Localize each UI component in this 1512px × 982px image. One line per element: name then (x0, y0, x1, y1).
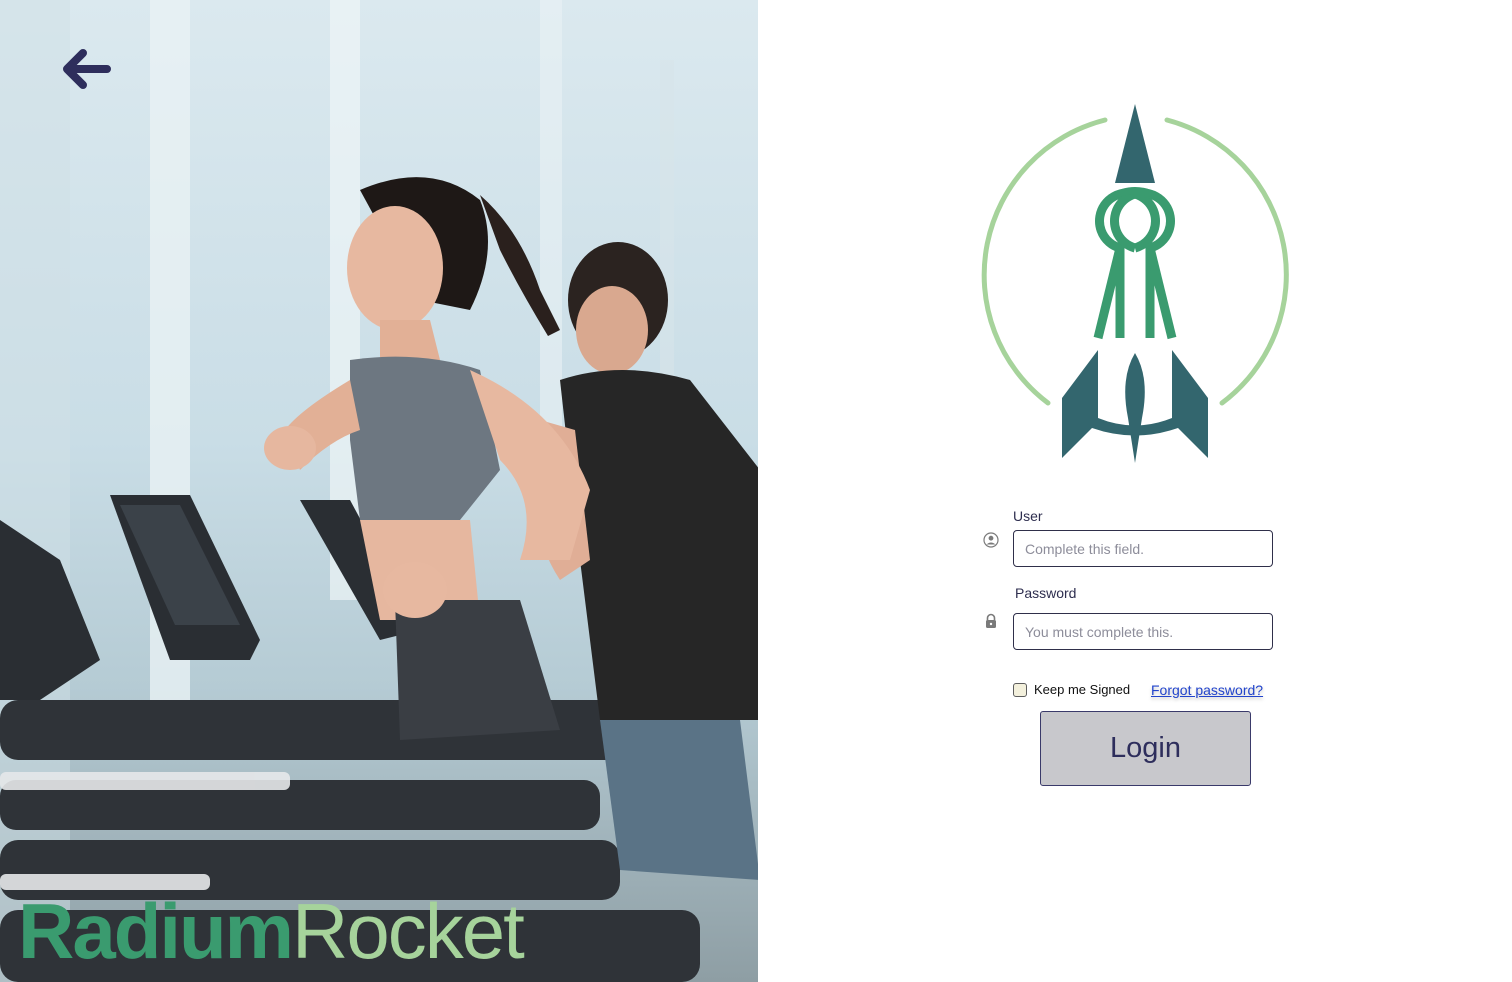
gym-treadmill-illustration (0, 0, 758, 982)
login-button[interactable]: Login (1040, 711, 1251, 786)
rocket-logo (981, 104, 1289, 463)
password-label: Password (1015, 585, 1077, 601)
brand-name-light: Rocket (292, 887, 525, 975)
user-input[interactable] (1013, 530, 1273, 567)
back-button[interactable] (56, 44, 116, 94)
forgot-password-link[interactable]: Forgot password? (1151, 682, 1263, 698)
keep-signed-checkbox[interactable] (1013, 682, 1027, 697)
brand-wordmark: RadiumRocket (18, 892, 525, 970)
password-input[interactable] (1013, 613, 1273, 650)
hero-photo: RadiumRocket (0, 0, 758, 982)
lock-icon (986, 613, 996, 628)
user-label: User (1013, 508, 1043, 524)
keep-signed-label: Keep me Signed (1034, 682, 1131, 697)
arrow-left-icon (63, 49, 111, 89)
keep-signed-group: Keep me Signed (1013, 682, 1130, 697)
brand-name-bold: Radium (18, 887, 294, 975)
user-icon (983, 532, 999, 548)
